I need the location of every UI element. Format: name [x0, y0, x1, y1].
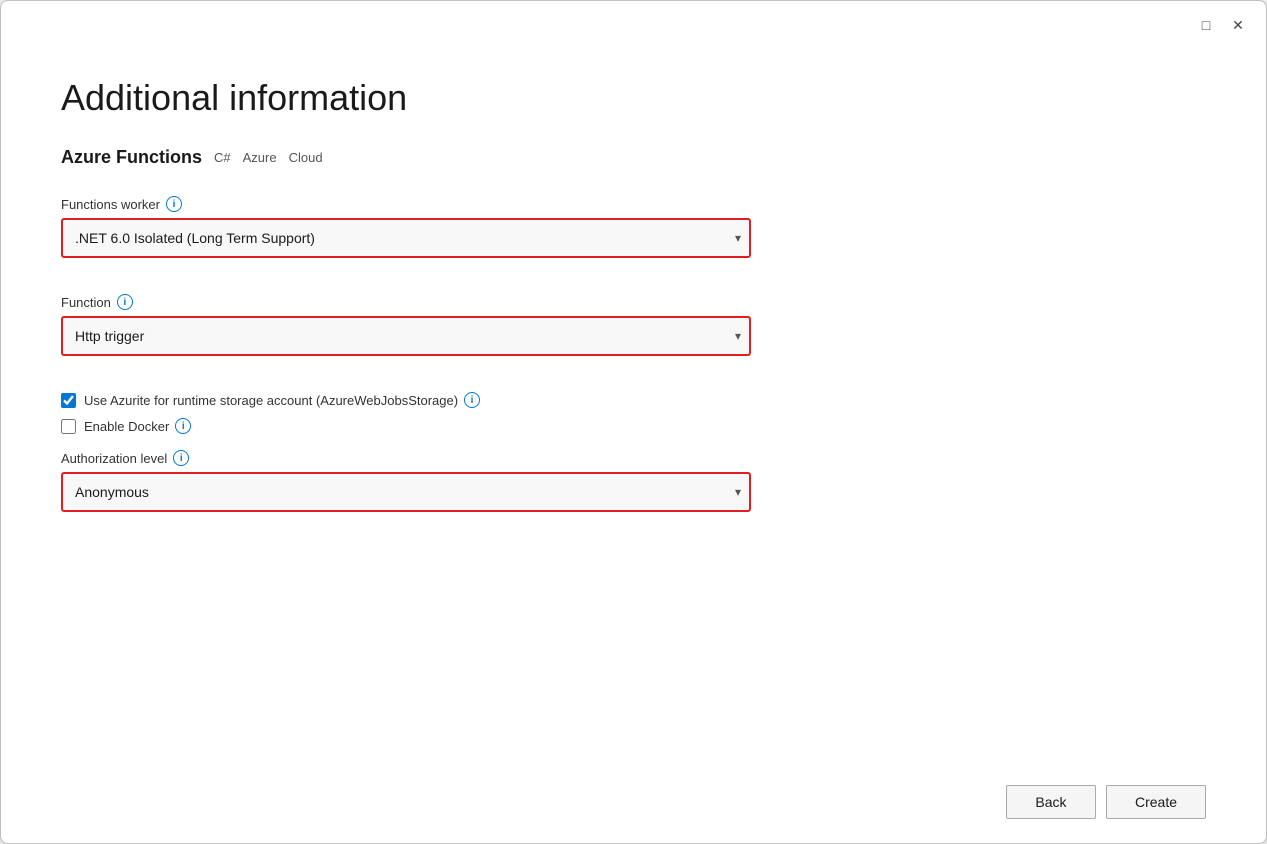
close-button[interactable]: ✕	[1226, 13, 1250, 37]
function-group: Function i Http trigger Timer trigger Bl…	[61, 294, 1206, 376]
form-section: Functions worker i .NET 6.0 Isolated (Lo…	[61, 196, 1206, 548]
tag-csharp: C#	[214, 150, 231, 165]
enable-docker-info-icon[interactable]: i	[175, 418, 191, 434]
create-button[interactable]: Create	[1106, 785, 1206, 819]
tag-cloud: Cloud	[289, 150, 323, 165]
functions-worker-group: Functions worker i .NET 6.0 Isolated (Lo…	[61, 196, 1206, 278]
authorization-level-label: Authorization level i	[61, 450, 1206, 466]
function-dropdown-wrapper: Http trigger Timer trigger Blob trigger …	[61, 316, 751, 356]
footer: Back Create	[1, 769, 1266, 843]
use-azurite-checkbox[interactable]	[61, 393, 76, 408]
functions-worker-label: Functions worker i	[61, 196, 1206, 212]
functions-worker-select[interactable]: .NET 6.0 Isolated (Long Term Support) .N…	[61, 218, 751, 258]
main-window: □ ✕ Additional information Azure Functio…	[0, 0, 1267, 844]
enable-docker-checkbox[interactable]	[61, 419, 76, 434]
authorization-level-dropdown-wrapper: Anonymous Function Admin ▾	[61, 472, 751, 512]
enable-docker-row: Enable Docker i	[61, 418, 1206, 434]
use-azurite-label: Use Azurite for runtime storage account …	[84, 392, 480, 408]
function-label: Function i	[61, 294, 1206, 310]
functions-worker-dropdown-wrapper: .NET 6.0 Isolated (Long Term Support) .N…	[61, 218, 751, 258]
authorization-level-info-icon[interactable]: i	[173, 450, 189, 466]
subtitle-main: Azure Functions	[61, 147, 202, 168]
title-bar: □ ✕	[1, 1, 1266, 37]
page-title: Additional information	[61, 77, 1206, 119]
use-azurite-row: Use Azurite for runtime storage account …	[61, 392, 1206, 408]
use-azurite-info-icon[interactable]: i	[464, 392, 480, 408]
subtitle-row: Azure Functions C# Azure Cloud	[61, 147, 1206, 168]
functions-worker-info-icon[interactable]: i	[166, 196, 182, 212]
tag-azure: Azure	[243, 150, 277, 165]
authorization-level-group: Authorization level i Anonymous Function…	[61, 450, 1206, 532]
authorization-level-select[interactable]: Anonymous Function Admin	[61, 472, 751, 512]
back-button[interactable]: Back	[1006, 785, 1096, 819]
enable-docker-label: Enable Docker i	[84, 418, 191, 434]
function-info-icon[interactable]: i	[117, 294, 133, 310]
content-area: Additional information Azure Functions C…	[1, 37, 1266, 769]
maximize-button[interactable]: □	[1194, 13, 1218, 37]
function-select[interactable]: Http trigger Timer trigger Blob trigger …	[61, 316, 751, 356]
